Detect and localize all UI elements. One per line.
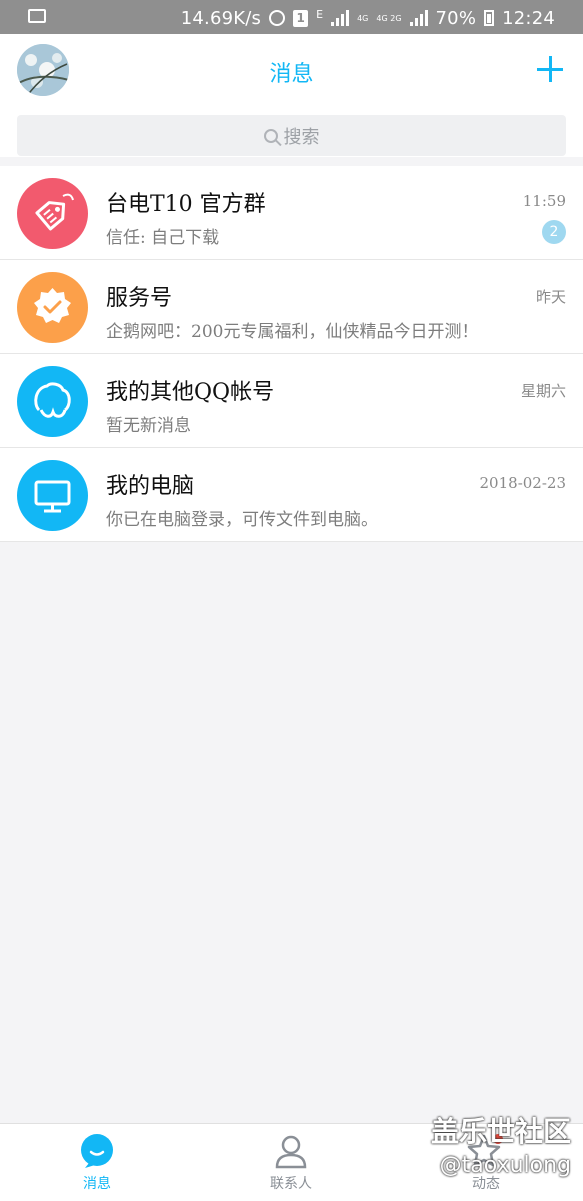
conversation-name: 服务号 — [106, 286, 173, 311]
search-icon — [263, 128, 278, 143]
contact-person-icon — [275, 1135, 307, 1169]
image-notification-icon — [28, 9, 46, 23]
monitor-icon — [17, 460, 88, 531]
battery-icon — [484, 10, 495, 26]
tag-icon — [17, 178, 88, 249]
conversation-time: 昨天 — [535, 288, 566, 306]
network-speed: 14.69K/s — [180, 7, 262, 29]
add-icon[interactable] — [537, 56, 563, 82]
network-e-label: E — [316, 7, 324, 21]
notification-count: 1 — [293, 9, 309, 27]
status-time: 12:24 — [502, 7, 555, 29]
conversation-row[interactable]: 台电T10 官方群 11:59 信任: 自己下载 2 — [0, 166, 583, 260]
conversation-list: 台电T10 官方群 11:59 信任: 自己下载 2 服务号 昨天 企鹅网吧：2… — [0, 166, 583, 542]
search-placeholder: 搜索 — [283, 126, 320, 148]
signal-icon-2 — [409, 10, 428, 26]
signal-icon — [331, 10, 350, 26]
tab-label: 消息 — [83, 1176, 111, 1192]
page-title: 消息 — [269, 62, 314, 87]
battery-percent: 70% — [435, 7, 477, 29]
unread-badge: 2 — [542, 220, 566, 244]
conversation-time: 2018-02-23 — [479, 474, 566, 492]
conversation-name: 台电T10 官方群 — [106, 192, 266, 217]
conversation-row[interactable]: 服务号 昨天 企鹅网吧：200元专属福利，仙侠精品今日开测！ — [0, 260, 583, 354]
conversation-time: 星期六 — [520, 382, 566, 400]
network-4g-label: 4G — [357, 13, 369, 23]
alarm-icon — [269, 10, 286, 26]
search-input[interactable]: 搜索 — [17, 115, 566, 156]
conversation-time: 11:59 — [522, 192, 566, 210]
linked-accounts-icon — [17, 366, 88, 437]
message-bubble-icon — [81, 1134, 113, 1168]
tab-label: 联系人 — [270, 1176, 312, 1192]
conversation-preview: 你已在电脑登录，可传文件到电脑。 — [106, 510, 378, 530]
conversation-row[interactable]: 我的其他QQ帐号 星期六 暂无新消息 — [0, 354, 583, 448]
conversation-name: 我的电脑 — [106, 474, 195, 499]
conversation-preview: 信任: 自己下载 — [106, 228, 220, 248]
conversation-row[interactable]: 我的电脑 2018-02-23 你已在电脑登录，可传文件到电脑。 — [0, 448, 583, 542]
watermark-title: 盖乐世社区 — [430, 1115, 571, 1148]
app-header: 消息 搜索 — [0, 34, 583, 157]
conversation-preview: 企鹅网吧：200元专属福利，仙侠精品今日开测！ — [106, 322, 479, 342]
conversation-name: 我的其他QQ帐号 — [106, 380, 275, 405]
watermark-handle: @taoxulong — [439, 1153, 571, 1178]
verified-badge-icon — [17, 272, 88, 343]
network-4g2g-label: 4G 2G — [376, 13, 402, 23]
tab-contacts[interactable]: 联系人 — [194, 1124, 388, 1201]
conversation-preview: 暂无新消息 — [106, 416, 191, 436]
status-bar: 14.69K/s 1 E 4G 4G 2G 70% 12:24 — [0, 0, 583, 34]
tab-messages[interactable]: 消息 — [0, 1124, 194, 1201]
